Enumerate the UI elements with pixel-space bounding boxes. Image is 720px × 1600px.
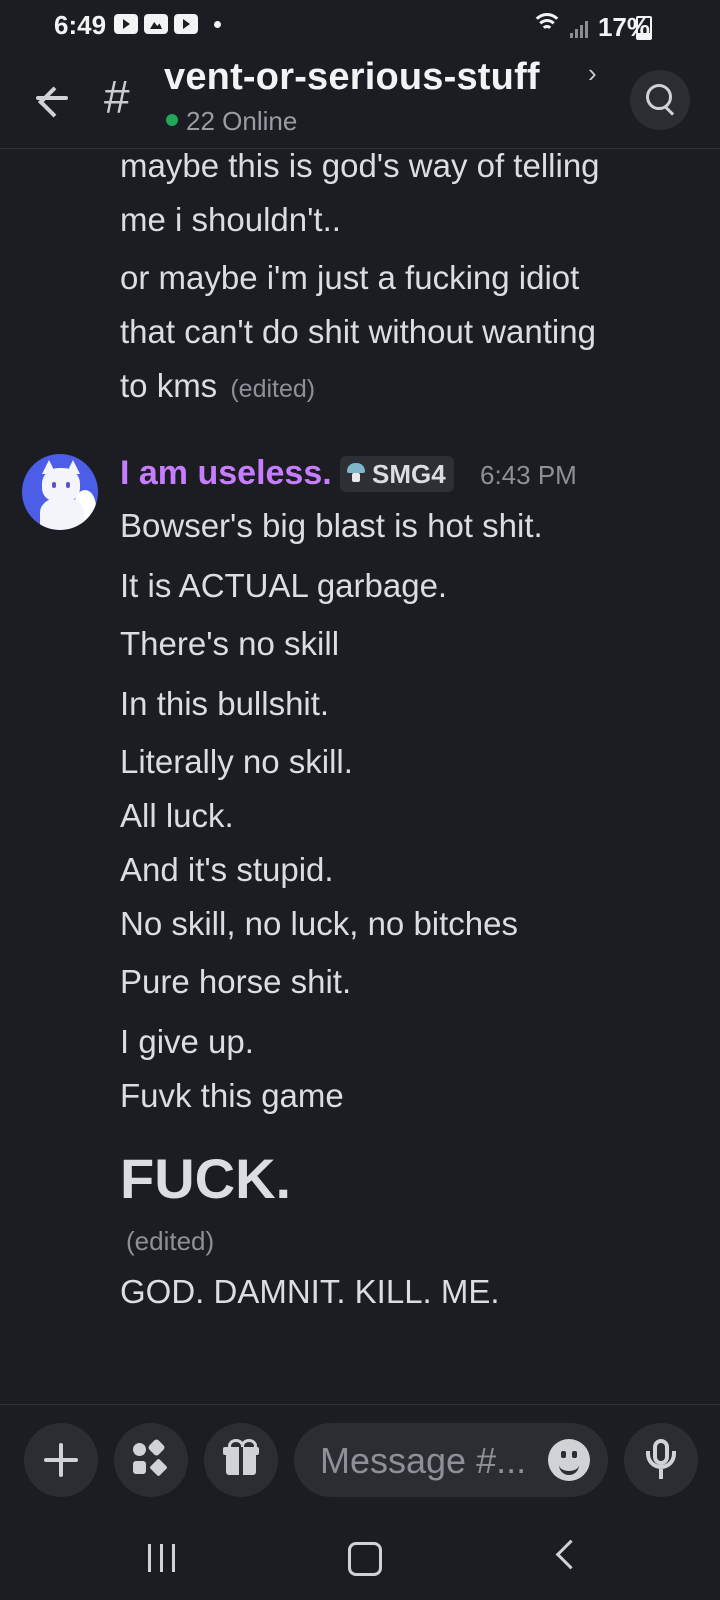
emoji-icon[interactable]: [548, 1439, 590, 1481]
message-line: GOD. DAMNIT. KILL. ME.: [120, 1273, 500, 1310]
message-line-edited: to kms (edited): [120, 366, 315, 409]
message-input-field[interactable]: [294, 1423, 608, 1499]
message-line: There's no skill: [120, 625, 340, 662]
wifi-icon: [530, 12, 563, 39]
message-line: or maybe i'm just a fucking idiot: [120, 259, 580, 296]
gallery-icon: [144, 14, 168, 34]
message-line: All luck.: [120, 797, 234, 834]
system-nav-bar: [0, 1514, 720, 1600]
message-line: And it's stupid.: [120, 851, 334, 888]
gift-button[interactable]: [204, 1423, 278, 1497]
message-input[interactable]: [318, 1423, 538, 1499]
message-list[interactable]: maybe this is god's way of telling me i …: [0, 148, 720, 1404]
search-button[interactable]: [630, 70, 690, 130]
edited-label: (edited): [230, 375, 316, 403]
channel-title[interactable]: vent-or-serious-stuff: [164, 56, 540, 99]
message-line: Fuvk this game: [120, 1077, 344, 1114]
youtube-icon: [114, 14, 138, 34]
username[interactable]: I am useless.: [120, 454, 332, 493]
message-line: that can't do shit without wanting: [120, 313, 596, 350]
add-attachment-button[interactable]: [24, 1423, 98, 1497]
message-line: Pure horse shit.: [120, 963, 352, 1000]
online-count: 22 Online: [186, 106, 298, 136]
dot-icon: [214, 20, 221, 28]
notification-icons: [114, 14, 221, 34]
message-timestamp: 6:43 PM: [480, 460, 577, 490]
nav-back-button[interactable]: [555, 1539, 586, 1570]
battery-icon: [636, 16, 652, 40]
message-text: to kms: [120, 367, 218, 404]
apps-button[interactable]: [114, 1423, 188, 1497]
message-line: In this bullshit.: [120, 685, 330, 722]
youtube-icon: [174, 14, 198, 34]
apps-icon: [133, 1443, 146, 1456]
hashtag-icon: #: [104, 71, 130, 123]
search-icon: [646, 84, 672, 110]
message-line: I give up.: [120, 1023, 254, 1060]
message-line: maybe this is god's way of telling: [120, 148, 600, 184]
message-line: me i shouldn't..: [120, 201, 341, 238]
status-bar: 6:49 17%: [0, 0, 720, 52]
back-button[interactable]: [32, 78, 72, 118]
status-time: 6:49: [54, 10, 107, 40]
recent-apps-button[interactable]: [148, 1544, 176, 1572]
role-name: SMG4: [372, 459, 446, 489]
message-composer: [0, 1404, 720, 1515]
voice-message-button[interactable]: [624, 1423, 698, 1497]
online-status-icon: [166, 114, 178, 126]
message-line-heading: FUCK.: [120, 1147, 292, 1210]
message-line: Literally no skill.: [120, 743, 353, 780]
chevron-right-icon[interactable]: ›: [588, 58, 597, 89]
avatar[interactable]: [22, 454, 98, 530]
message-line: Bowser's big blast is hot shit.: [120, 507, 543, 544]
message-line: It is ACTUAL garbage.: [120, 567, 448, 604]
message-line: No skill, no luck, no bitches: [120, 905, 519, 942]
channel-header: # vent-or-serious-stuff › 22 Online: [0, 52, 720, 149]
system-icons: 17%: [530, 12, 650, 43]
edited-label: (edited): [126, 1226, 215, 1256]
role-tag[interactable]: SMG4: [340, 456, 454, 492]
mushroom-icon: [347, 463, 365, 473]
home-button[interactable]: [348, 1542, 382, 1576]
signal-icon: [569, 18, 588, 38]
